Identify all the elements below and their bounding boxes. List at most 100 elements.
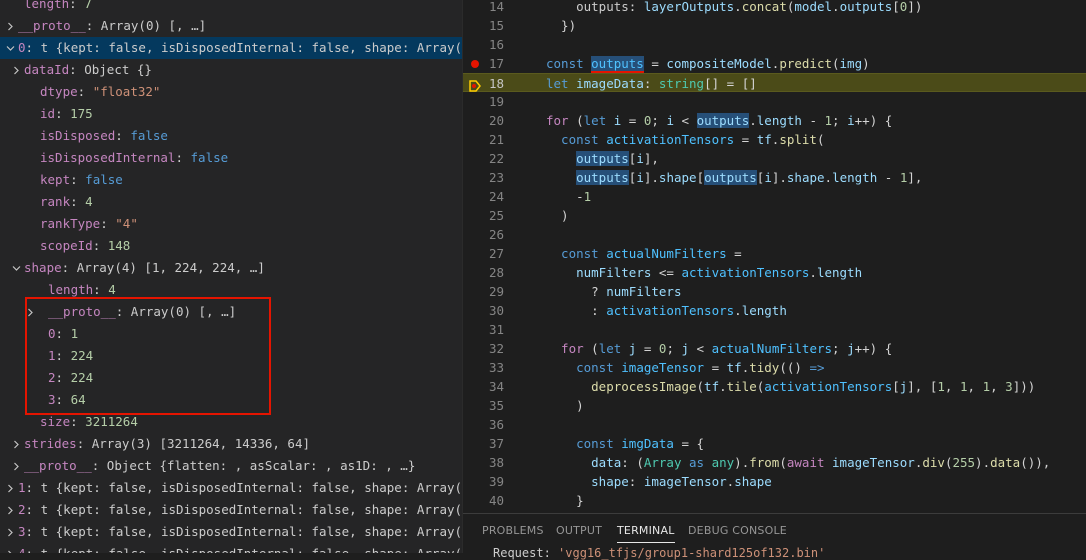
- variable-name: kept: [40, 172, 71, 187]
- code-line[interactable]: 34 deprocessImage(tf.tile(activationTens…: [463, 377, 1086, 396]
- variable-row[interactable]: isDisposedInternal: false: [0, 147, 462, 169]
- variable-row[interactable]: length: 4: [0, 279, 462, 301]
- code-line[interactable]: 16: [463, 35, 1086, 54]
- code-line[interactable]: 39 shape: imageTensor.shape: [463, 472, 1086, 491]
- code-line[interactable]: 18 let imageData: string[] = []: [463, 73, 1086, 92]
- tab-debug-console[interactable]: DEBUG CONSOLE: [688, 524, 787, 537]
- line-number: 21: [488, 132, 504, 147]
- line-number: 33: [488, 360, 504, 375]
- variable-separator: :: [77, 84, 93, 99]
- line-number: 19: [488, 94, 504, 109]
- code-token: =: [621, 113, 644, 128]
- code-line[interactable]: 17 const outputs = compositeModel.predict…: [463, 54, 1086, 74]
- code-line[interactable]: 22 outputs[i],: [463, 149, 1086, 168]
- code-line[interactable]: 33 const imageTensor = tf.tidy(() =>: [463, 358, 1086, 377]
- code-line[interactable]: 27 const actualNumFilters =: [463, 244, 1086, 263]
- code-line[interactable]: 32 for (let j = 0; j < actualNumFilters;…: [463, 339, 1086, 358]
- chevron-right-icon[interactable]: [6, 506, 14, 515]
- code-token: shape: [658, 170, 697, 185]
- variable-row-root[interactable]: 0: t {kept: false, isDisposedInternal: f…: [0, 37, 462, 59]
- variable-row[interactable]: 1: 224: [0, 345, 462, 367]
- code-editor[interactable]: 14 outputs: layerOutputs.concat(model.ou…: [463, 0, 1086, 513]
- code-text: const imgData = {: [546, 434, 704, 453]
- variable-row[interactable]: rank: 4: [0, 191, 462, 213]
- code-line[interactable]: 26: [463, 225, 1086, 244]
- code-line[interactable]: 15 }): [463, 16, 1086, 35]
- variable-row[interactable]: __proto__: Array(0) [, …]: [0, 15, 462, 37]
- tab-problems[interactable]: PROBLEMS: [482, 524, 544, 537]
- code-token: <=: [651, 265, 682, 280]
- code-token: ])): [1012, 379, 1036, 394]
- variable-row[interactable]: rankType: "4": [0, 213, 462, 235]
- code-token: const: [546, 132, 607, 147]
- code-line[interactable]: 35 ): [463, 396, 1086, 415]
- chevron-right-icon[interactable]: [6, 528, 14, 537]
- variable-separator: :: [55, 392, 71, 407]
- variable-row[interactable]: 2: 224: [0, 367, 462, 389]
- variable-row[interactable]: 3: 64: [0, 389, 462, 411]
- variable-row[interactable]: shape: Array(4) [1, 224, 224, …]: [0, 257, 462, 279]
- variable-row[interactable]: size: 3211264: [0, 411, 462, 433]
- code-line[interactable]: 38 data: (Array as any).from(await image…: [463, 453, 1086, 472]
- line-number: 17: [488, 56, 504, 71]
- variable-row[interactable]: kept: false: [0, 169, 462, 191]
- variable-value: false: [85, 172, 123, 187]
- variable-row[interactable]: __proto__: Array(0) [, …]: [0, 301, 462, 323]
- code-line[interactable]: 29 ? numFilters: [463, 282, 1086, 301]
- chevron-right-icon[interactable]: [12, 66, 20, 75]
- variable-value: t {kept: false, isDisposedInternal: fals…: [41, 546, 462, 553]
- variable-separator: :: [55, 326, 71, 341]
- variable-row[interactable]: id: 175: [0, 103, 462, 125]
- code-line[interactable]: 21 const activationTensors = tf.split(: [463, 130, 1086, 149]
- variables-panel: length: 7 __proto__: Array(0) [, …] 0: t {…: [0, 0, 462, 553]
- variable-value: 7: [84, 0, 92, 11]
- code-token: i: [847, 113, 855, 128]
- variable-separator: :: [26, 546, 41, 553]
- chevron-right-icon[interactable]: [12, 462, 20, 471]
- code-line[interactable]: 14 outputs: layerOutputs.concat(model.ou…: [463, 0, 1086, 16]
- code-line[interactable]: 23 outputs[i].shape[outputs[i].shape.len…: [463, 168, 1086, 187]
- chevron-right-icon[interactable]: [12, 440, 20, 449]
- code-text: -1: [546, 187, 591, 206]
- code-line[interactable]: 24 -1: [463, 187, 1086, 206]
- code-token: 1: [959, 379, 968, 394]
- code-line[interactable]: 37 const imgData = {: [463, 434, 1086, 453]
- variable-row[interactable]: length: 7: [0, 0, 462, 15]
- variable-name: __proto__: [18, 18, 86, 33]
- variable-row-root[interactable]: 1: t {kept: false, isDisposedInternal: f…: [0, 477, 462, 499]
- tab-output[interactable]: OUTPUT: [556, 524, 602, 537]
- code-line[interactable]: 25 ): [463, 206, 1086, 225]
- line-number: 35: [488, 398, 504, 413]
- code-line[interactable]: 19: [463, 92, 1086, 111]
- variable-row[interactable]: dataId: Object {}: [0, 59, 462, 81]
- chevron-right-icon[interactable]: [6, 484, 14, 493]
- variable-name: dtype: [40, 84, 78, 99]
- variable-name: 2: [18, 502, 26, 517]
- code-token: ;: [832, 113, 848, 128]
- code-token: =: [704, 360, 727, 375]
- code-line[interactable]: 30 : activationTensors.length: [463, 301, 1086, 320]
- chevron-down-icon[interactable]: [6, 44, 15, 52]
- variable-row[interactable]: isDisposed: false: [0, 125, 462, 147]
- variable-row[interactable]: scopeId: 148: [0, 235, 462, 257]
- code-text: let imageData: string[] = []: [546, 74, 757, 93]
- code-line[interactable]: 36: [463, 415, 1086, 434]
- chevron-right-icon[interactable]: [6, 22, 14, 31]
- code-text: }: [546, 491, 584, 510]
- code-line[interactable]: 28 numFilters <= activationTensors.lengt…: [463, 263, 1086, 282]
- chevron-down-icon[interactable]: [12, 264, 21, 272]
- tab-terminal[interactable]: TERMINAL: [617, 524, 675, 543]
- variable-name: rankType: [40, 216, 101, 231]
- code-line[interactable]: 20 for (let i = 0; i < outputs.length - 1…: [463, 111, 1086, 130]
- chevron-right-icon[interactable]: [26, 308, 34, 317]
- variable-row-root[interactable]: 4: t {kept: false, isDisposedInternal: f…: [0, 543, 462, 553]
- variable-row[interactable]: 0: 1: [0, 323, 462, 345]
- code-line[interactable]: 31: [463, 320, 1086, 339]
- code-line[interactable]: 40 }: [463, 491, 1086, 510]
- variable-row-root[interactable]: 3: t {kept: false, isDisposedInternal: f…: [0, 521, 462, 543]
- variable-row[interactable]: strides: Array(3) [3211264, 14336, 64]: [0, 433, 462, 455]
- variable-row-root[interactable]: 2: t {kept: false, isDisposedInternal: f…: [0, 499, 462, 521]
- variable-row[interactable]: dtype: "float32": [0, 81, 462, 103]
- code-token: [: [696, 170, 705, 185]
- variable-row[interactable]: __proto__: Object {flatten: , asScalar: …: [0, 455, 462, 477]
